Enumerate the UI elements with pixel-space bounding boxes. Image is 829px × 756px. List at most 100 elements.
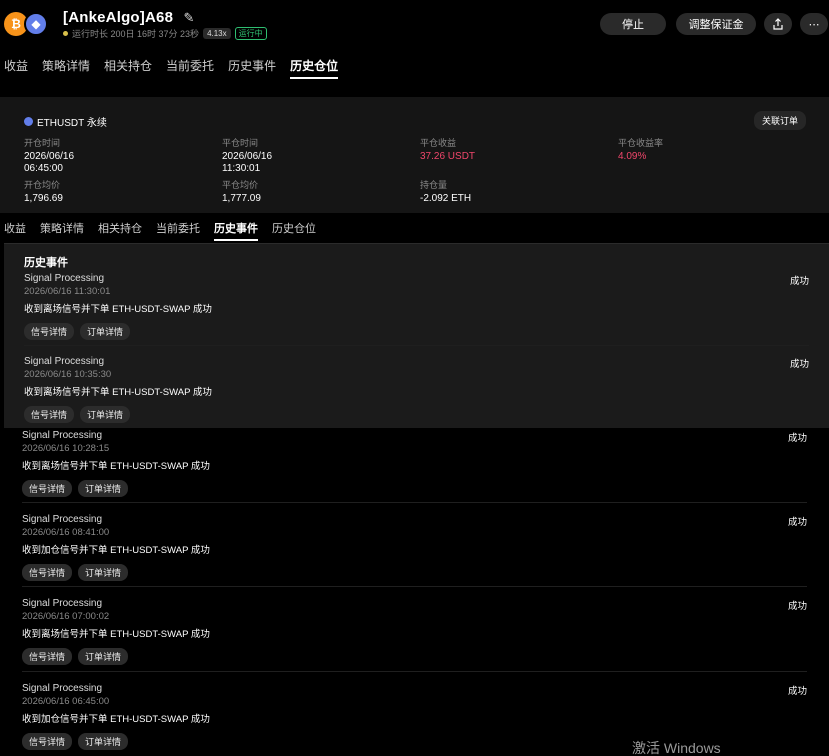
- event-status: 成功: [787, 517, 807, 528]
- event-time: 2026/06/16 06:45:00: [22, 696, 110, 707]
- event-status: 成功: [787, 601, 807, 612]
- event-desc: 收到加仓信号并下单 ETH-USDT-SWAP 成功: [22, 714, 210, 725]
- eth-icon: [24, 117, 33, 126]
- open-time-field: 开仓时间 2026/06/16 06:45:00: [24, 136, 74, 175]
- history-title: 历史事件: [24, 257, 68, 269]
- event-item: Signal Processing 2026/06/16 10:35:30 收到…: [24, 356, 809, 423]
- event-time: 2026/06/16 08:41:00: [22, 527, 110, 538]
- signal-details-button[interactable]: 信号详情: [22, 648, 73, 665]
- order-details-button[interactable]: 订单详情: [78, 648, 129, 665]
- order-details-button[interactable]: 订单详情: [78, 564, 129, 581]
- close-time-time: 11:30:01: [222, 163, 261, 174]
- pnl-label: 平仓收益: [420, 138, 457, 148]
- open-time-time: 06:45:00: [24, 163, 63, 174]
- stop-button[interactable]: 停止: [600, 13, 666, 35]
- strategy-title: [AnkeAlgo]A68 ✎: [63, 9, 195, 26]
- divider: [22, 671, 807, 672]
- pnl-field: 平仓收益 37.26 USDT: [420, 136, 475, 163]
- edit-icon[interactable]: ✎: [184, 10, 195, 26]
- tab-open-orders-2[interactable]: 当前委托: [156, 220, 200, 241]
- tab-earnings[interactable]: 收益: [4, 57, 28, 79]
- close-time-field: 平仓时间 2026/06/16 11:30:01: [222, 136, 272, 175]
- order-details-button[interactable]: 订单详情: [80, 323, 131, 340]
- event-time: 2026/06/16 10:35:30: [24, 369, 112, 380]
- open-avg-label: 开仓均价: [24, 180, 61, 190]
- event-item: Signal Processing 2026/06/16 10:28:15 收到…: [22, 430, 807, 497]
- divider: [22, 502, 807, 503]
- signal-details-button[interactable]: 信号详情: [24, 406, 75, 423]
- qty-label: 持仓量: [420, 180, 448, 190]
- order-details-button[interactable]: 订单详情: [80, 406, 131, 423]
- close-avg-field: 平仓均价 1,777.09: [222, 178, 261, 205]
- runtime-text: 运行时长 200日 16时 37分 23秒: [72, 29, 200, 39]
- divider: [22, 586, 807, 587]
- more-button[interactable]: ⋯: [800, 13, 828, 35]
- event-title: Signal Processing: [22, 683, 103, 694]
- event-desc: 收到离场信号并下单 ETH-USDT-SWAP 成功: [22, 629, 210, 640]
- open-time-date: 2026/06/16: [24, 151, 75, 162]
- order-details-button[interactable]: 订单详情: [78, 733, 129, 750]
- event-time: 2026/06/16 07:00:02: [22, 611, 110, 622]
- event-desc: 收到加仓信号并下单 ETH-USDT-SWAP 成功: [22, 545, 210, 556]
- position-symbol: ETHUSDT 永续: [24, 114, 107, 129]
- open-time-label: 开仓时间: [24, 138, 61, 148]
- event-title: Signal Processing: [22, 514, 103, 525]
- adjust-margin-button[interactable]: 调整保证金: [676, 13, 756, 35]
- secondary-tabs: 收益 策略详情 相关持仓 当前委托 历史事件 历史仓位: [4, 220, 330, 241]
- eth-coin-icon: ◆: [24, 12, 48, 36]
- tab-history-events-2[interactable]: 历史事件: [214, 220, 258, 241]
- status-dot-icon: [63, 31, 68, 36]
- pnl-value: 37.26 USDT: [420, 151, 476, 162]
- event-title: Signal Processing: [24, 356, 105, 367]
- event-item: Signal Processing 2026/06/16 08:41:00 收到…: [22, 514, 807, 581]
- pnl-rate-value: 4.09%: [618, 151, 647, 162]
- tab-strategy-details-2[interactable]: 策略详情: [40, 220, 84, 241]
- open-avg-field: 开仓均价 1,796.69: [24, 178, 63, 205]
- event-item: Signal Processing 2026/06/16 11:30:01 收到…: [24, 273, 809, 340]
- event-status: 成功: [787, 433, 807, 444]
- event-item: Signal Processing 2026/06/16 07:00:02 收到…: [22, 598, 807, 665]
- order-details-button[interactable]: 订单详情: [78, 480, 129, 497]
- pnl-rate-label: 平仓收益率: [618, 138, 664, 148]
- strategy-subline: 运行时长 200日 16时 37分 23秒 4.13x 运行中: [63, 27, 267, 40]
- event-desc: 收到离场信号并下单 ETH-USDT-SWAP 成功: [22, 461, 210, 472]
- strategy-header: ₿ ◆ [AnkeAlgo]A68 ✎ 运行时长 200日 16时 37分 23…: [0, 0, 829, 48]
- tab-related-positions-2[interactable]: 相关持仓: [98, 220, 142, 241]
- tab-related-positions[interactable]: 相关持仓: [104, 57, 152, 79]
- tab-history-positions[interactable]: 历史仓位: [290, 57, 339, 79]
- divider: [24, 345, 809, 346]
- event-time: 2026/06/16 11:30:01: [24, 286, 111, 297]
- tab-history-positions-2[interactable]: 历史仓位: [272, 220, 316, 241]
- coin-pair-icon: ₿ ◆: [4, 12, 50, 36]
- linked-orders-button[interactable]: 关联订单: [754, 111, 807, 130]
- event-time: 2026/06/16 10:28:15: [22, 443, 110, 454]
- tab-open-orders[interactable]: 当前委托: [166, 57, 214, 79]
- close-time-date: 2026/06/16: [222, 151, 273, 162]
- pnl-rate-field: 平仓收益率 4.09%: [618, 136, 663, 163]
- close-time-label: 平仓时间: [222, 138, 259, 148]
- signal-details-button[interactable]: 信号详情: [24, 323, 75, 340]
- share-icon: [773, 18, 783, 30]
- event-desc: 收到离场信号并下单 ETH-USDT-SWAP 成功: [24, 304, 212, 315]
- signal-details-button[interactable]: 信号详情: [22, 564, 73, 581]
- event-status: 成功: [787, 686, 807, 697]
- signal-details-button[interactable]: 信号详情: [22, 480, 73, 497]
- event-title: Signal Processing: [22, 598, 103, 609]
- signal-details-button[interactable]: 信号详情: [22, 733, 73, 750]
- tab-earnings-2[interactable]: 收益: [4, 220, 26, 241]
- strategy-name: [AnkeAlgo]A68: [63, 9, 174, 26]
- top-tabs: 收益 策略详情 相关持仓 当前委托 历史事件 历史仓位: [4, 57, 352, 79]
- run-status-badge: 运行中: [234, 27, 267, 40]
- event-status: 成功: [789, 276, 809, 287]
- qty-field: 持仓量 -2.092 ETH: [420, 178, 471, 205]
- share-button[interactable]: [764, 13, 792, 35]
- symbol-label: ETHUSDT 永续: [37, 118, 107, 129]
- position-card: ETHUSDT 永续 关联订单 开仓时间 2026/06/16 06:45:00…: [0, 97, 829, 213]
- close-avg-value: 1,777.09: [222, 193, 261, 204]
- event-title: Signal Processing: [24, 273, 105, 284]
- open-avg-value: 1,796.69: [24, 193, 63, 204]
- tab-history-events[interactable]: 历史事件: [228, 57, 276, 79]
- tab-strategy-details[interactable]: 策略详情: [42, 57, 90, 79]
- multiplier-badge: 4.13x: [203, 28, 231, 39]
- more-icon: ⋯: [808, 18, 820, 31]
